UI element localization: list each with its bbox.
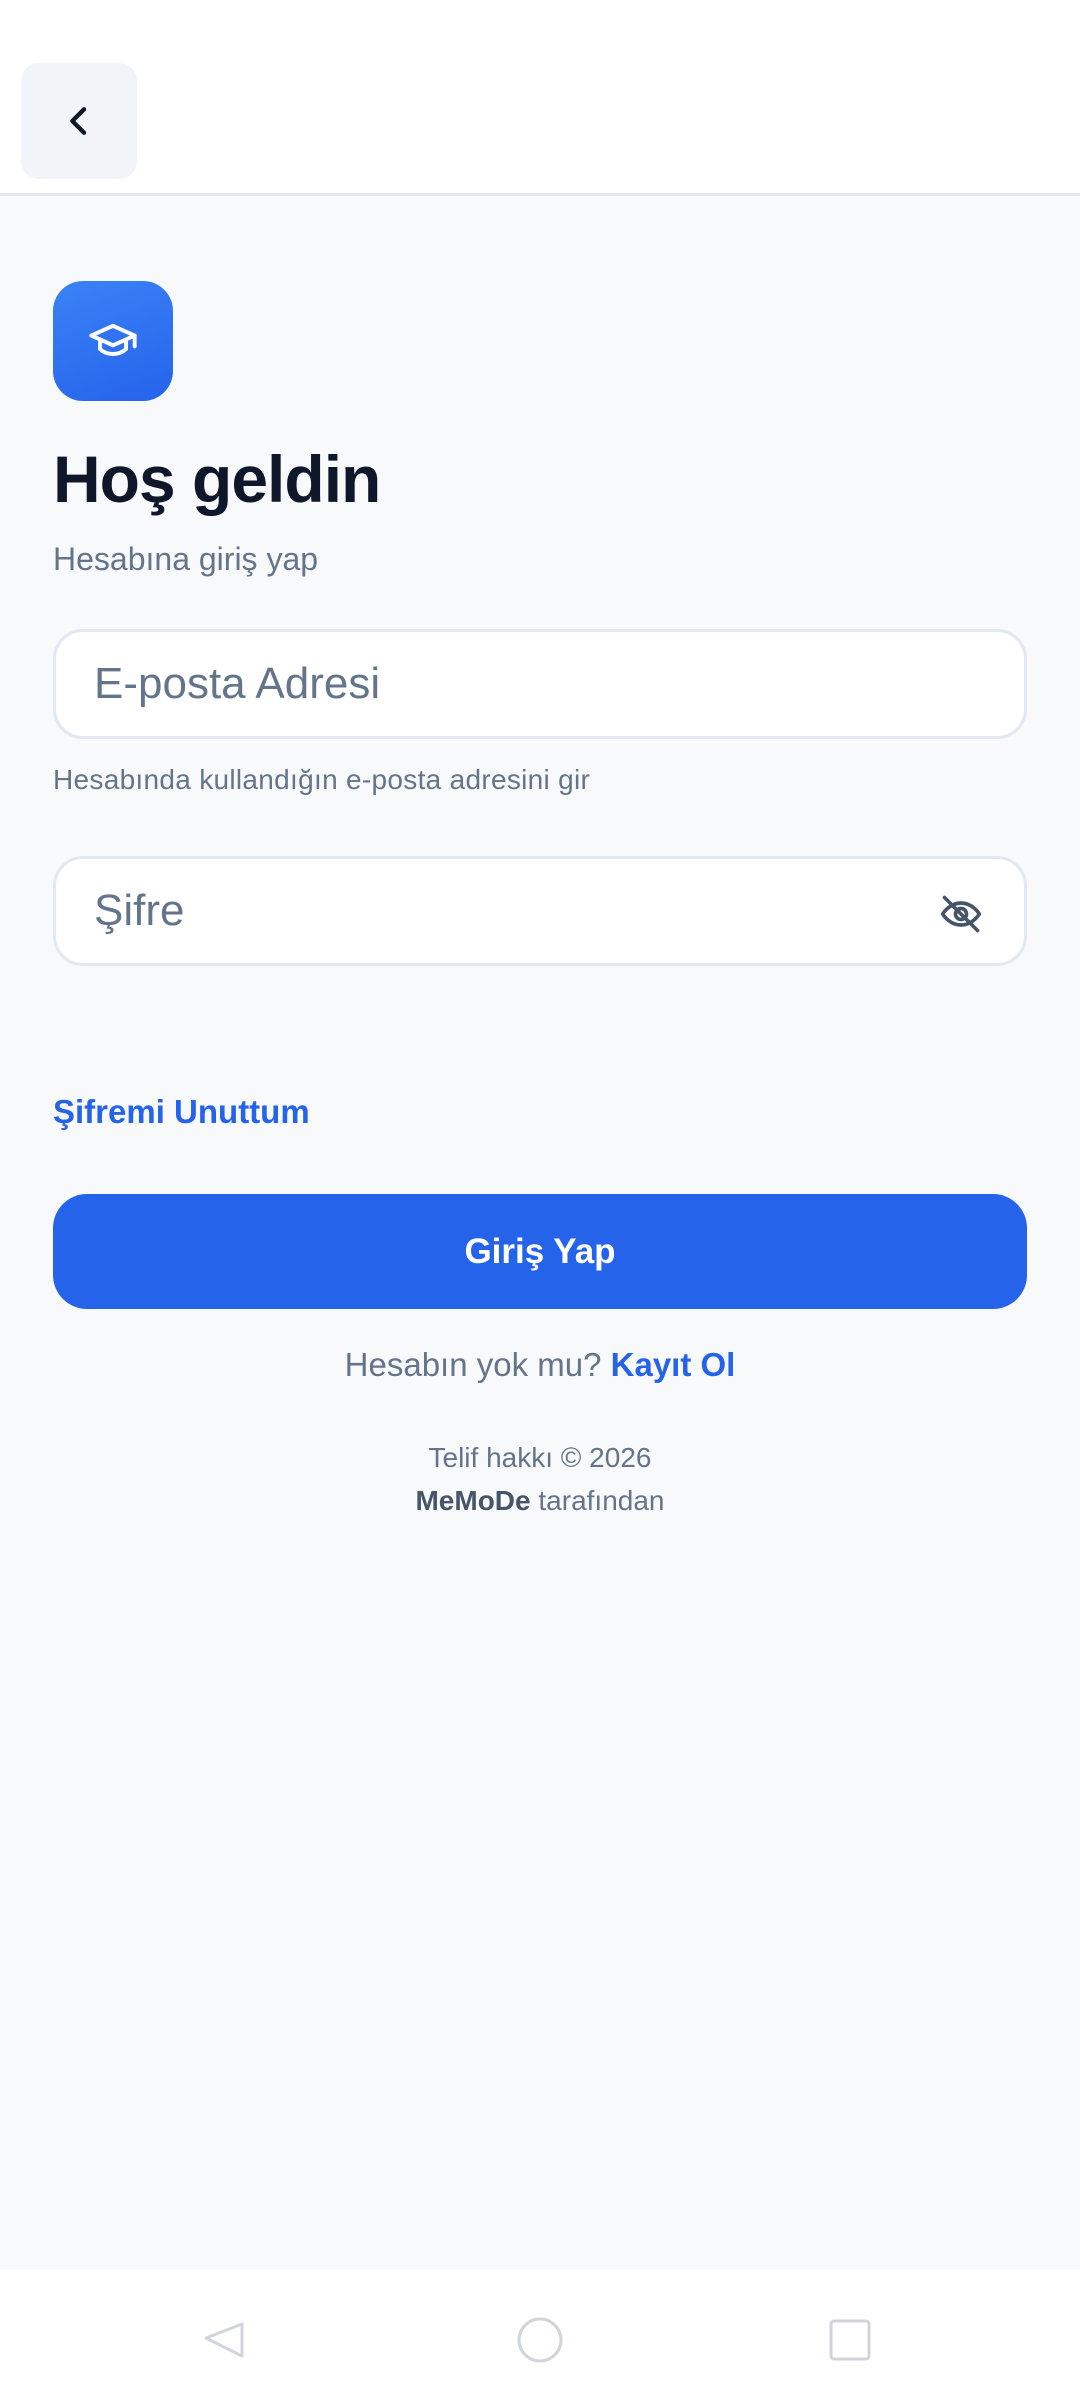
page-title: Hoş geldin bbox=[53, 442, 381, 516]
email-field[interactable] bbox=[53, 629, 1027, 739]
system-navigation-bar bbox=[0, 2270, 1080, 2400]
signup-prompt: Hesabın yok mu? Kayıt Ol bbox=[0, 1346, 1080, 1384]
nav-home-button[interactable] bbox=[510, 2310, 570, 2370]
nav-back-icon bbox=[204, 2322, 244, 2358]
credit-suffix: tarafından bbox=[538, 1485, 665, 1516]
copyright-text: Telif hakkı © 2026 bbox=[428, 1442, 652, 1473]
credit-line: MeMoDe tarafından bbox=[0, 1479, 1080, 1522]
email-input[interactable] bbox=[94, 632, 914, 736]
signup-link[interactable]: Kayıt Ol bbox=[611, 1346, 736, 1383]
forgot-password-link[interactable]: Şifremi Unuttum bbox=[53, 1093, 310, 1131]
login-screen: Hoş geldin Hesabına giriş yap Hesabında … bbox=[0, 0, 1080, 2400]
password-input[interactable] bbox=[94, 859, 914, 963]
nav-back-button[interactable] bbox=[196, 2310, 256, 2370]
top-app-bar bbox=[0, 0, 1080, 196]
no-account-text: Hesabın yok mu? bbox=[344, 1346, 602, 1383]
login-content: Hoş geldin Hesabına giriş yap Hesabında … bbox=[0, 196, 1080, 2270]
login-button-label: Giriş Yap bbox=[464, 1231, 616, 1271]
nav-recents-icon bbox=[829, 2319, 871, 2361]
brand-name: MeMoDe bbox=[415, 1485, 531, 1516]
copyright-footer: Telif hakkı © 2026 MeMoDe tarafından bbox=[0, 1436, 1080, 1522]
back-button[interactable] bbox=[21, 63, 137, 179]
eye-off-icon bbox=[940, 895, 982, 933]
toggle-password-visibility-button[interactable] bbox=[938, 891, 984, 937]
chevron-left-icon bbox=[70, 107, 87, 135]
login-button[interactable]: Giriş Yap bbox=[53, 1194, 1027, 1309]
page-subtitle: Hesabına giriş yap bbox=[53, 541, 319, 577]
nav-home-icon bbox=[517, 2317, 563, 2363]
email-helper-text: Hesabında kullandığın e-posta adresini g… bbox=[53, 764, 591, 795]
app-logo bbox=[53, 281, 173, 401]
nav-recents-button[interactable] bbox=[820, 2310, 880, 2370]
password-field[interactable] bbox=[53, 856, 1027, 966]
graduation-cap-icon bbox=[89, 323, 137, 356]
